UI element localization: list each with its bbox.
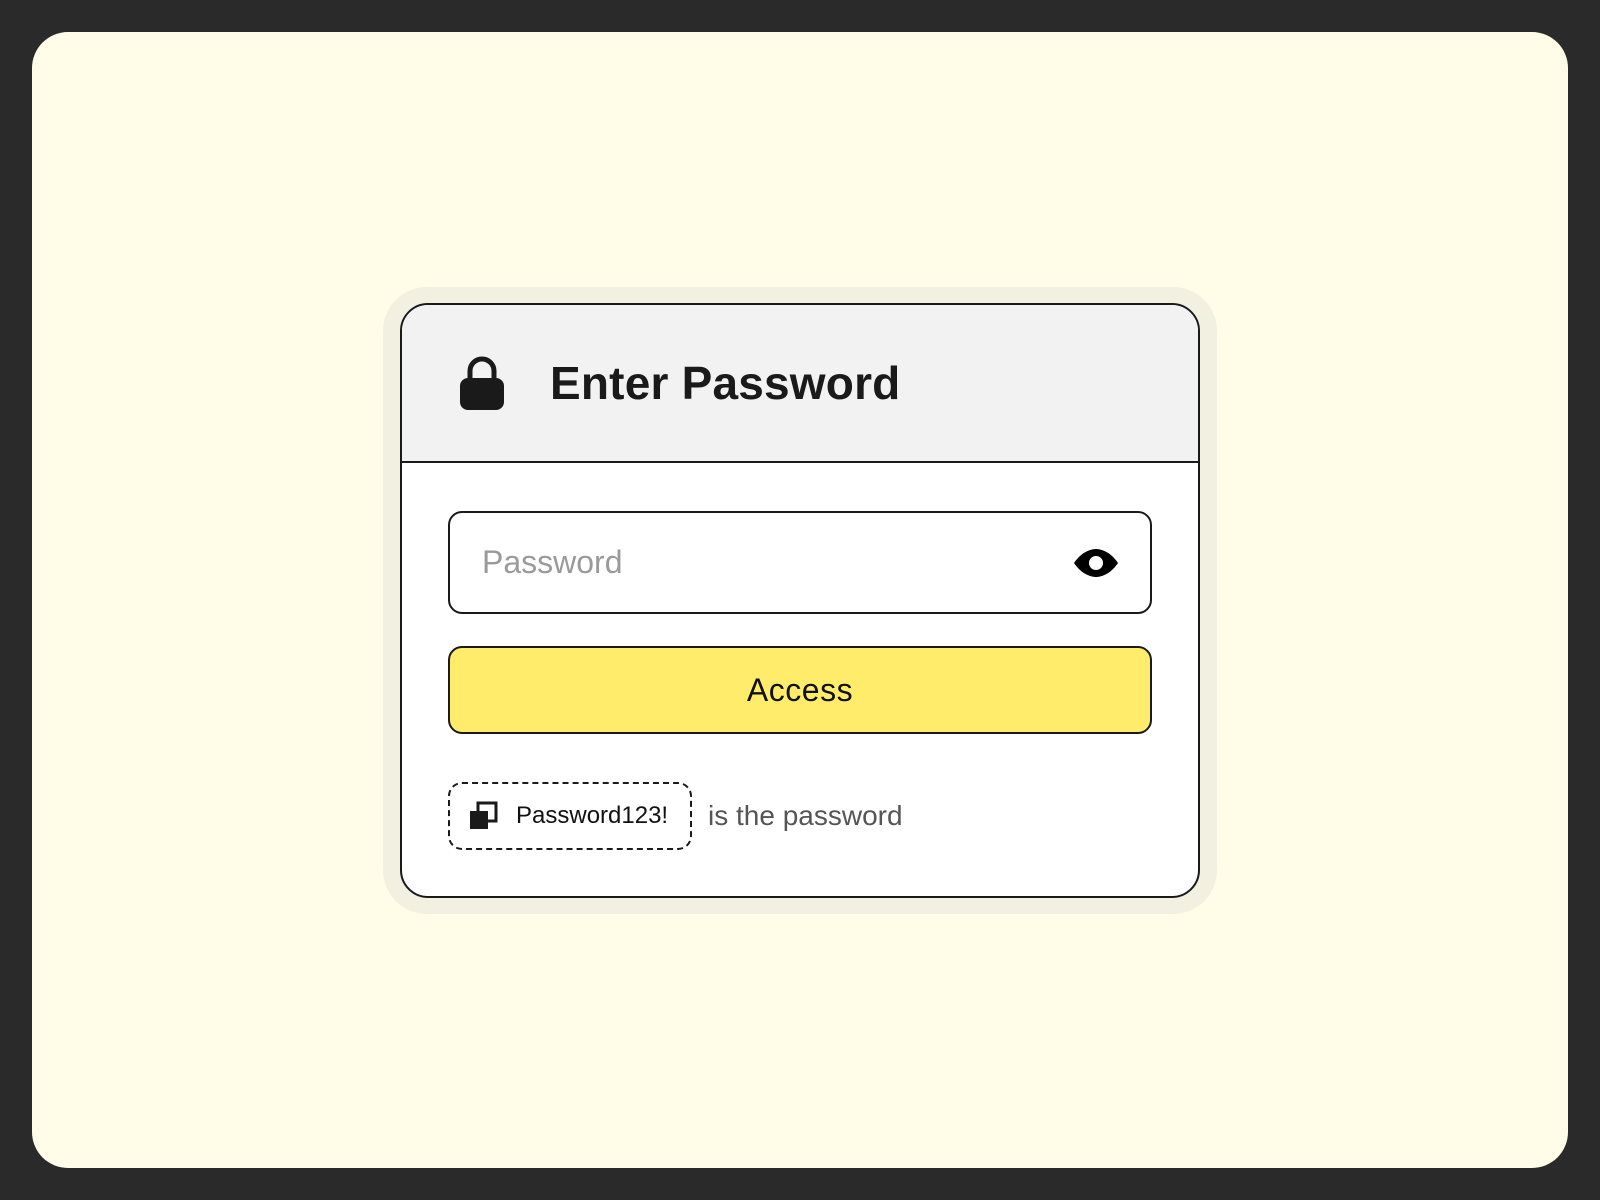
eye-icon[interactable]: [1072, 547, 1120, 579]
lock-icon: [458, 354, 506, 412]
copy-icon: [468, 801, 498, 831]
copy-password-chip[interactable]: Password123!: [448, 782, 692, 850]
dialog-header: Enter Password: [402, 305, 1198, 463]
access-button[interactable]: Access: [448, 646, 1152, 734]
dialog-body: Access Password123! is the password: [402, 463, 1198, 850]
dialog-title: Enter Password: [550, 357, 901, 409]
password-field: [448, 511, 1152, 614]
hint-password-value: Password123!: [516, 802, 669, 829]
password-dialog: Enter Password Access Password123! is th…: [400, 303, 1200, 898]
password-input[interactable]: [482, 544, 1072, 581]
password-hint: Password123! is the password: [448, 782, 1152, 850]
hint-suffix: is the password: [708, 800, 903, 831]
